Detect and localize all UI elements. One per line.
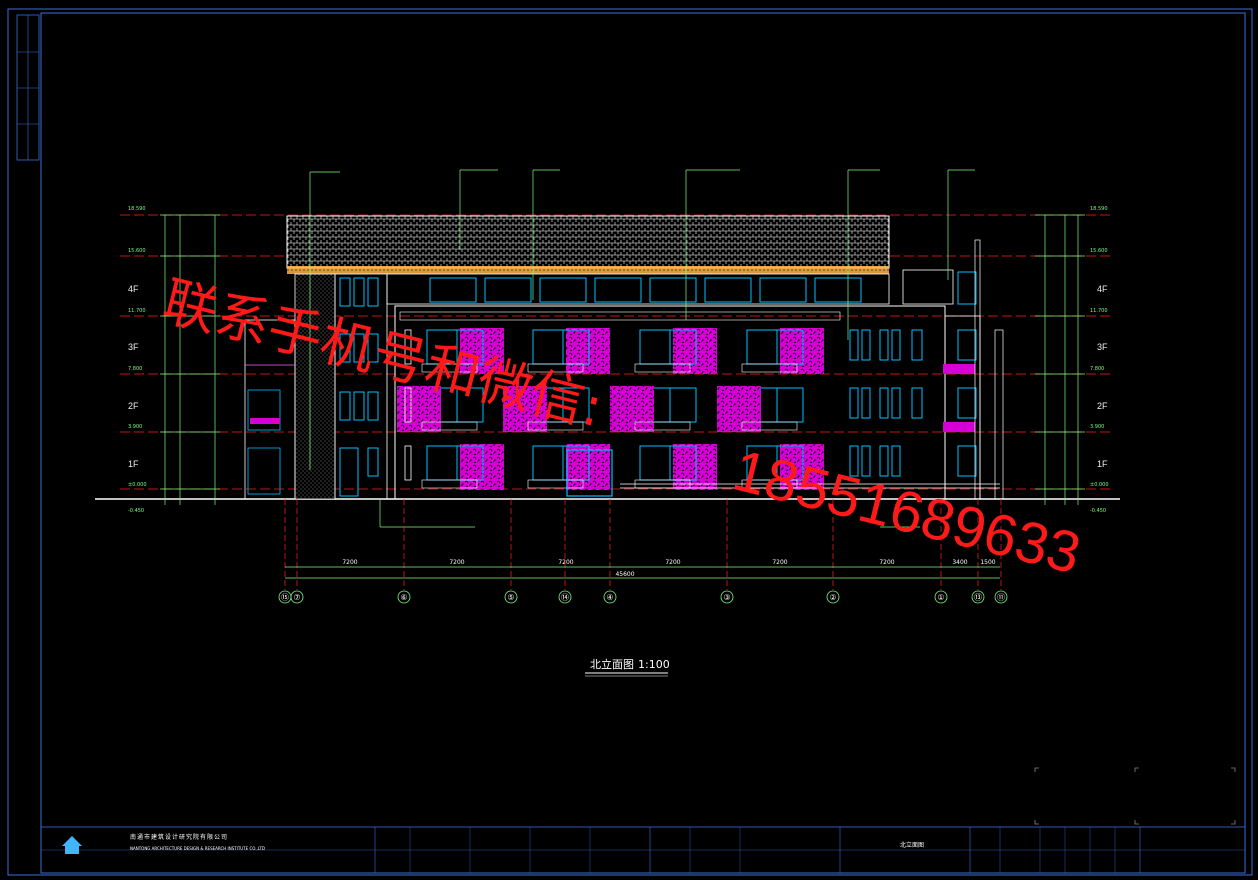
axis-label: ⑬: [974, 593, 982, 602]
window: [639, 329, 671, 365]
axis-label: ①: [937, 593, 944, 602]
window: [776, 387, 804, 423]
floor-label: 4F: [1097, 284, 1108, 294]
title-block: 南通市建筑设计研究院有限公司 NANTONG ARCHITECTURE DESI…: [40, 826, 1246, 874]
cad-drawing-canvas: 18.590 15.600 11.700 7.800 3.900 ±0.000 …: [7, 8, 1253, 876]
decorative-panel: [717, 386, 761, 432]
span-label: 7200: [665, 559, 680, 566]
bottom-dimension: [285, 566, 1000, 579]
top-floor-windows: [386, 273, 890, 305]
span-label: 7200: [342, 559, 357, 566]
level-label-right: 3.900: [1090, 424, 1104, 430]
span-label: 7200: [772, 559, 787, 566]
decorative-panel: [610, 386, 654, 432]
left-dimension-chain: [160, 214, 220, 505]
right-stair-tower: [902, 239, 1004, 500]
level-label-right: ±0.000: [1090, 482, 1109, 488]
span-labels: 7200 7200 7200 7200 7200 7200 3400 1500: [342, 559, 995, 566]
window: [426, 445, 458, 481]
window: [669, 387, 697, 423]
level-label-right: 7.800: [1090, 366, 1104, 372]
watermark-line1: 联系手机号和微信:: [157, 269, 609, 439]
floor-label: 3F: [1097, 342, 1108, 352]
sheet-name: 北立面图: [900, 841, 924, 849]
floor-label: 1F: [1097, 459, 1108, 469]
window: [532, 445, 564, 481]
level-label-left: 18.590: [128, 206, 146, 212]
level-label-left: 3.900: [128, 424, 142, 430]
window: [532, 329, 564, 365]
company-name-en: NANTONG ARCHITECTURE DESIGN & RESEARCH I…: [130, 846, 265, 851]
floor-label: 1F: [128, 459, 139, 469]
axis-label: ⑥: [400, 593, 407, 602]
level-label-left: ±0.000: [128, 482, 147, 488]
axis-label: ⑭: [561, 593, 569, 602]
axis-label: ④: [606, 593, 613, 602]
decorative-panel: [780, 328, 824, 374]
roof: [286, 215, 890, 274]
total-span-label: 45600: [615, 571, 634, 578]
axis-label: ⑤: [507, 593, 514, 602]
right-window-column: [849, 329, 923, 477]
drawing-title-text: 北立面图: [590, 657, 634, 671]
level-label-right: 18.590: [1090, 206, 1108, 212]
axis-label: ⑦: [293, 593, 300, 602]
company-name-cn: 南通市建筑设计研究院有限公司: [130, 833, 228, 841]
floor-label: 2F: [128, 401, 139, 411]
level-label-left: 15.600: [128, 248, 146, 254]
axis-label: ⑮: [281, 593, 289, 602]
decorative-panel: [566, 444, 610, 490]
span-label: 7200: [879, 559, 894, 566]
sheet-frame: [7, 8, 1253, 876]
level-label-left: -0.450: [128, 508, 144, 514]
drawing-title: 北立面图 1:100: [585, 657, 670, 677]
level-label-left: 11.700: [128, 308, 146, 314]
decorative-panel: [460, 444, 504, 490]
axis-label: ⑪: [997, 593, 1005, 602]
level-label-right: 15.600: [1090, 248, 1108, 254]
axis-label: ③: [723, 593, 730, 602]
span-label: 7200: [558, 559, 573, 566]
house-logo-icon: [62, 836, 82, 854]
pilaster: [404, 445, 412, 481]
level-label-right: -0.450: [1090, 508, 1106, 514]
floor-label: 4F: [128, 284, 139, 294]
level-label-left: 7.800: [128, 366, 142, 372]
decorative-panel: [673, 444, 717, 490]
decorative-panel: [673, 328, 717, 374]
axis-label: ②: [829, 593, 836, 602]
window: [746, 329, 778, 365]
drawing-scale: 1:100: [638, 658, 670, 671]
floor-label: 2F: [1097, 401, 1108, 411]
decorative-panel: [566, 328, 610, 374]
floor-label: 3F: [128, 342, 139, 352]
window: [639, 445, 671, 481]
right-dimension-chain: [1035, 214, 1085, 505]
level-label-right: 11.700: [1090, 308, 1108, 314]
span-label: 7200: [449, 559, 464, 566]
